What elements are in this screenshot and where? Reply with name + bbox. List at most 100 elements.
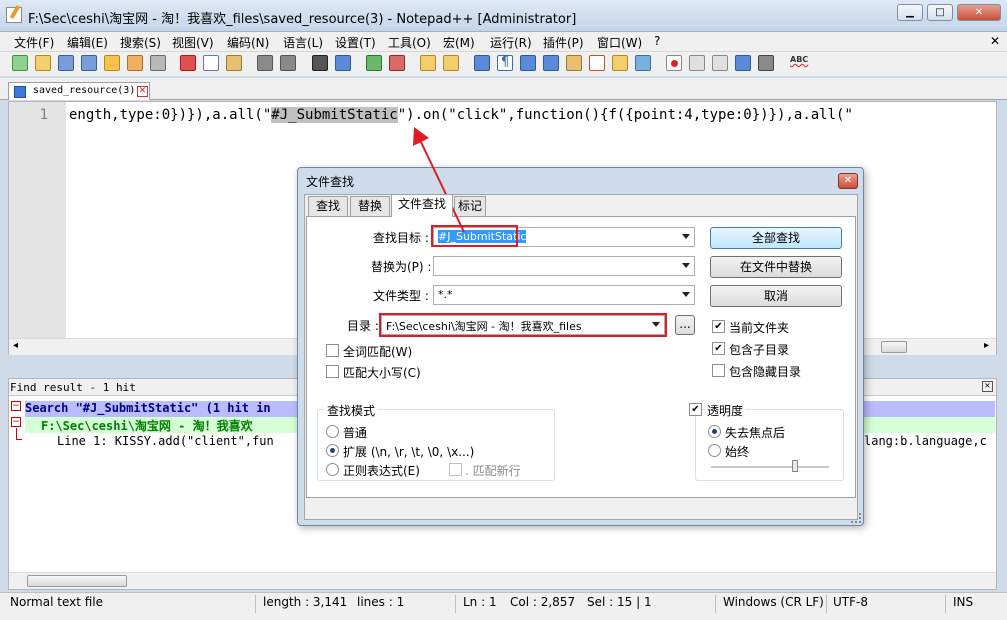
playback-macro-icon[interactable] [712, 55, 728, 71]
transparency-slider-track[interactable] [711, 466, 829, 468]
maximize-button[interactable]: □ [927, 4, 953, 21]
copy-icon[interactable] [203, 55, 219, 71]
mode-regex-radio[interactable] [326, 463, 339, 476]
save-macro-icon[interactable] [758, 55, 774, 71]
menu-macro[interactable]: 宏(M) [443, 34, 475, 51]
editor-scroll-thumb[interactable] [881, 341, 907, 353]
on-lose-focus-radio[interactable] [708, 425, 721, 438]
folder-workspace-icon[interactable] [612, 55, 628, 71]
zoom-in-icon[interactable] [366, 55, 382, 71]
code-selection: #J_SubmitStatic [271, 107, 398, 123]
scroll-left-icon[interactable]: ◂ [13, 340, 18, 351]
menu-plugins[interactable]: 插件(P) [543, 34, 584, 51]
menu-settings[interactable]: 设置(T) [335, 34, 376, 51]
close-file-icon[interactable] [104, 55, 120, 71]
menu-search[interactable]: 搜索(S) [120, 34, 161, 51]
find-results-close-icon[interactable]: ✕ [982, 381, 993, 392]
fold-search-icon[interactable]: − [11, 401, 21, 411]
in-subfolders-checkbox[interactable]: ✔ [712, 342, 725, 355]
udl-icon[interactable] [543, 55, 559, 71]
save-all-icon[interactable] [81, 55, 97, 71]
follow-current-doc-checkbox[interactable]: ✔ [712, 320, 725, 333]
close-all-icon[interactable] [127, 55, 143, 71]
replace-in-files-button[interactable]: 在文件中替换 [710, 256, 842, 278]
zoom-out-icon[interactable] [389, 55, 405, 71]
menu-tools[interactable]: 工具(O) [388, 34, 431, 51]
transparency-slider-thumb[interactable] [792, 460, 798, 472]
tab-replace[interactable]: 替换 [350, 196, 390, 216]
tab-close-icon[interactable]: ✕ [137, 86, 148, 97]
hit-line[interactable]: Line 1: KISSY.add("client",fun [57, 434, 274, 448]
open-file-icon[interactable] [35, 55, 51, 71]
in-hidden-folders-checkbox[interactable] [712, 364, 725, 377]
redo-icon[interactable] [280, 55, 296, 71]
minimize-button[interactable]: ▁ [897, 4, 923, 21]
match-case-checkbox[interactable] [326, 365, 339, 378]
search-mode-title: 查找模式 [325, 402, 378, 419]
dialog-close-button[interactable]: ✕ [838, 173, 858, 189]
find-all-button[interactable]: 全部查找 [710, 227, 842, 249]
record-macro-icon[interactable] [666, 55, 682, 71]
always-radio[interactable] [708, 444, 721, 457]
close-doc-icon[interactable]: ✕ [990, 34, 1000, 48]
indent-guide-icon[interactable] [520, 55, 536, 71]
menu-window[interactable]: 窗口(W) [597, 34, 642, 51]
mode-normal-radio[interactable] [326, 425, 339, 438]
dropdown-arrow-icon[interactable] [682, 263, 690, 268]
tab-mark[interactable]: 标记 [454, 196, 486, 216]
fold-file-icon[interactable]: − [11, 417, 21, 427]
undo-icon[interactable] [257, 55, 273, 71]
menu-file[interactable]: 文件(F) [14, 34, 54, 51]
whole-word-checkbox[interactable] [326, 344, 339, 357]
word-wrap-icon[interactable] [474, 55, 490, 71]
document-tab[interactable]: saved_resource(3) ✕ [8, 82, 150, 100]
new-file-icon[interactable] [12, 55, 28, 71]
run-macro-multiple-icon[interactable] [735, 55, 751, 71]
resize-grip-icon[interactable] [851, 513, 861, 523]
code-line[interactable]: ength,type:0})}),a.all("#J_SubmitStatic"… [69, 107, 853, 123]
spell-check-icon[interactable]: ABC [790, 55, 808, 71]
scroll-right-icon[interactable]: ▸ [984, 340, 989, 351]
find-results-scrollbar[interactable] [9, 572, 996, 589]
doc-map-icon[interactable] [566, 55, 582, 71]
find-results-title: Find result - 1 hit [10, 381, 136, 394]
menu-edit[interactable]: 编辑(E) [67, 34, 108, 51]
show-all-chars-icon[interactable]: ¶ [497, 55, 513, 71]
transparency-checkbox[interactable]: ✔ [689, 403, 702, 416]
paste-icon[interactable] [226, 55, 242, 71]
filters-combo[interactable]: *.* [433, 285, 695, 305]
cut-icon[interactable] [180, 55, 196, 71]
find-scroll-thumb[interactable] [27, 575, 127, 587]
function-list-icon[interactable] [589, 55, 605, 71]
on-lose-focus-label: 失去焦点后 [725, 426, 786, 440]
close-window-button[interactable]: ✕ [957, 4, 1001, 21]
sync-vertical-icon[interactable] [420, 55, 436, 71]
menu-run[interactable]: 运行(R) [490, 34, 532, 51]
status-encoding[interactable]: UTF-8 [833, 595, 868, 609]
find-icon[interactable] [312, 55, 328, 71]
annotation-highlight-directory [379, 313, 667, 337]
menu-language[interactable]: 语言(L) [283, 34, 323, 51]
print-icon[interactable] [150, 55, 166, 71]
mode-extended-label: 扩展 (\n, \r, \t, \0, \x...) [343, 445, 475, 459]
filters-label: 文件类型 : [373, 289, 429, 303]
dot-newline-checkbox[interactable] [449, 463, 462, 476]
replace-icon[interactable] [335, 55, 351, 71]
menu-view[interactable]: 视图(V) [172, 34, 214, 51]
whole-word-label: 全词匹配(W) [343, 345, 413, 359]
sync-horizontal-icon[interactable] [443, 55, 459, 71]
dropdown-arrow-icon[interactable] [682, 234, 690, 239]
save-icon[interactable] [58, 55, 74, 71]
menu-encoding[interactable]: 编码(N) [227, 34, 269, 51]
stop-record-icon[interactable] [689, 55, 705, 71]
dropdown-arrow-icon[interactable] [682, 292, 690, 297]
browse-directory-button[interactable]: ... [675, 315, 695, 335]
cancel-button[interactable]: 取消 [710, 285, 842, 307]
status-eol[interactable]: Windows (CR LF) [723, 595, 824, 609]
mode-extended-radio[interactable] [326, 444, 339, 457]
tab-find[interactable]: 查找 [308, 196, 348, 216]
monitoring-icon[interactable] [635, 55, 651, 71]
tab-find-in-files[interactable]: 文件查找 [391, 194, 453, 217]
replace-with-combo[interactable] [433, 256, 695, 276]
menu-help[interactable]: ? [654, 34, 660, 48]
